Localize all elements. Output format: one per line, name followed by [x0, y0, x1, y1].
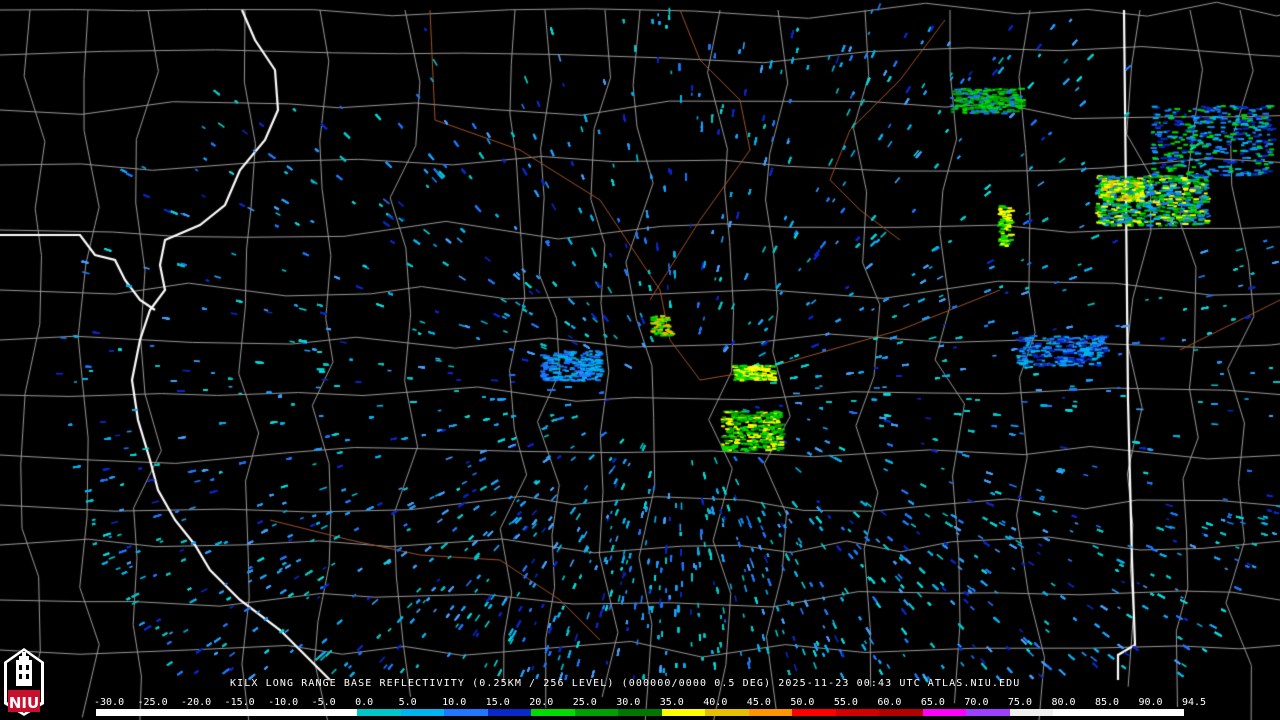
- scale-label: 40.0: [703, 697, 728, 708]
- scale-segment: [531, 709, 575, 716]
- scale-segment: [966, 709, 1010, 716]
- scale-label: 80.0: [1051, 697, 1076, 708]
- scale-segment: [270, 709, 314, 716]
- scale-segment: [1053, 709, 1097, 716]
- scale-segment: [313, 709, 358, 716]
- scale-segment: [487, 709, 532, 716]
- scale-label: 85.0: [1094, 697, 1120, 708]
- scale-label: 65.0: [920, 697, 945, 708]
- scale-label: 55.0: [833, 697, 858, 708]
- scale-label: -15.0: [224, 697, 255, 708]
- scale-label: 70.0: [964, 697, 989, 708]
- logo-text: NIU: [9, 694, 39, 712]
- scale-segment: [139, 709, 184, 716]
- product-caption: KILX LONG RANGE BASE REFLECTIVITY (0.25K…: [230, 678, 1021, 689]
- scale-label: 25.0: [572, 697, 597, 708]
- scale-label: 90.0: [1138, 697, 1163, 708]
- scale-label: 60.0: [877, 697, 902, 708]
- scale-segment: [1009, 709, 1054, 716]
- scale-label: 15.0: [485, 697, 510, 708]
- scale-label: 10.0: [442, 697, 467, 708]
- scale-label: 50.0: [790, 697, 815, 708]
- scale-segment: [1140, 709, 1184, 716]
- scale-label: 35.0: [659, 697, 684, 708]
- scale-segment: [357, 709, 401, 716]
- scale-label: -5.0: [311, 697, 336, 708]
- scale-segment: [835, 709, 880, 716]
- scale-segment: [400, 709, 445, 716]
- scale-segment: [879, 709, 923, 716]
- scale-label: 30.0: [616, 697, 641, 708]
- scale-label: 5.0: [398, 697, 417, 708]
- scale-label: -10.0: [268, 697, 299, 708]
- color-scale-bar: [96, 709, 1184, 716]
- scale-label: -30.0: [94, 697, 125, 708]
- scale-segment: [574, 709, 619, 716]
- scale-label: 75.0: [1007, 697, 1032, 708]
- scale-label: -25.0: [137, 697, 168, 708]
- scale-segment: [226, 709, 271, 716]
- color-scale-labels: -30.0 -25.0 -20.0 -15.0 -10.0 -5.0 0.0 5.0 10.0 1…: [0, 697, 1280, 709]
- scale-label: 45.0: [746, 697, 771, 708]
- niu-tower-logo-icon: NIU: [4, 648, 44, 716]
- scale-segment: [618, 709, 662, 716]
- scale-segment: [922, 709, 967, 716]
- scale-segment: [748, 709, 793, 716]
- scale-label: 94.5: [1182, 697, 1207, 708]
- scale-segment: [183, 709, 227, 716]
- scale-label: 20.0: [529, 697, 554, 708]
- scale-segment: [96, 709, 140, 716]
- scale-segment: [1096, 709, 1141, 716]
- scale-segment: [661, 709, 706, 716]
- scale-segment: [792, 709, 836, 716]
- scale-segment: [444, 709, 488, 716]
- radar-reflectivity-map: [0, 0, 1280, 720]
- scale-label: -20.0: [181, 697, 212, 708]
- scale-segment: [705, 709, 749, 716]
- scale-label: 0.0: [355, 697, 374, 708]
